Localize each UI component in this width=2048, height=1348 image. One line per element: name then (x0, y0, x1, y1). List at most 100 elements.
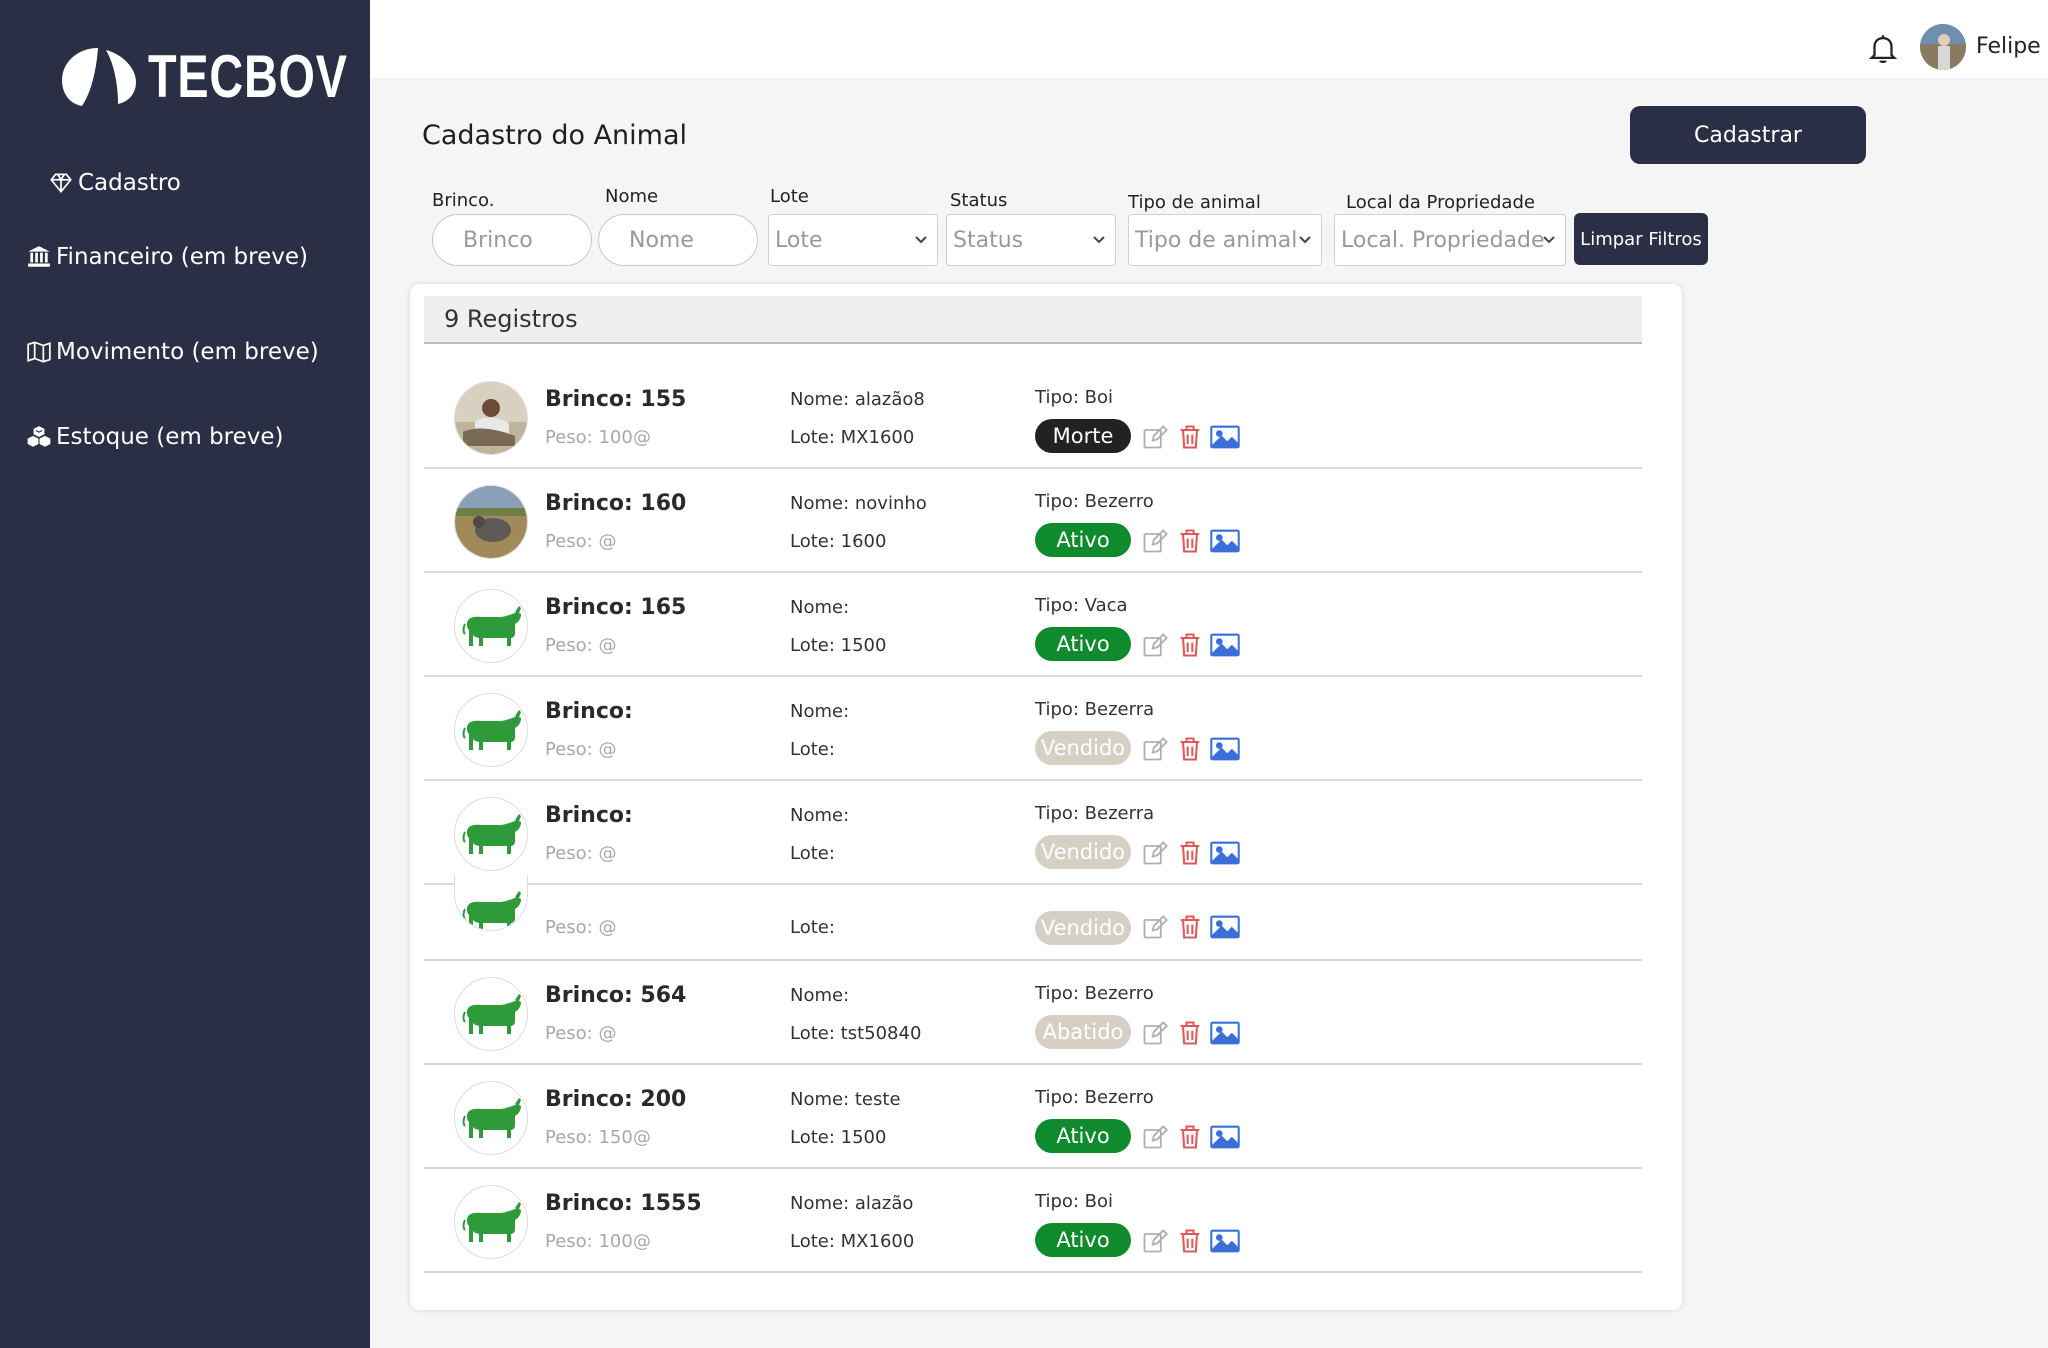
sidebar-item-estoque[interactable]: Estoque (em breve) (26, 424, 284, 450)
table-row[interactable]: Brinco: Nome: Tipo: Bezerra Peso: @ Lote: Ven… (424, 677, 1642, 781)
brinco-filter-label: Brinco. (432, 190, 495, 211)
local-filter-label: Local da Propriedade (1346, 192, 1535, 213)
edit-icon[interactable] (1141, 1227, 1169, 1255)
records-count: 9 Registros (444, 305, 578, 333)
lote-filter-select[interactable]: Lote (768, 214, 938, 266)
lote-text: Lote: 1500 (790, 1127, 887, 1148)
image-icon[interactable] (1209, 423, 1241, 451)
peso-text: Peso: @ (545, 1023, 617, 1044)
peso-text: Peso: 100@ (545, 1231, 651, 1252)
table-row[interactable]: Brinco: 160 Nome: novinho Tipo: Bezerro Pes… (424, 469, 1642, 573)
table-row[interactable]: Brinco: 564 Nome: Tipo: Bezerro Peso: @ Lote… (424, 961, 1642, 1065)
nome-text: Nome: alazão (790, 1193, 914, 1214)
image-icon[interactable] (1209, 1123, 1241, 1151)
user-photo (1920, 24, 1966, 70)
table-row[interactable]: Brinco: 165 Nome: Tipo: Vaca Peso: @ Lote: 1… (424, 573, 1642, 677)
image-icon[interactable] (1209, 735, 1241, 763)
lote-text: Lote: (790, 739, 835, 760)
trash-icon[interactable] (1176, 1123, 1204, 1151)
sidebar: TECBOV Cadastro Financeiro (em breve) Mo… (0, 0, 370, 1348)
tipo-text: Tipo: Bezerro (1035, 1087, 1154, 1108)
table-row[interactable]: Brinco: 200 Nome: teste Tipo: Bezerro Peso:… (424, 1065, 1642, 1169)
trash-icon[interactable] (1176, 913, 1204, 941)
image-icon[interactable] (1209, 913, 1241, 941)
trash-icon[interactable] (1176, 1019, 1204, 1047)
brinco-text: Brinco: 1555 (545, 1191, 702, 1216)
edit-icon[interactable] (1141, 631, 1169, 659)
clear-filters-button[interactable]: Limpar Filtros (1574, 213, 1708, 265)
trash-icon[interactable] (1176, 631, 1204, 659)
lote-text: Lote: (790, 917, 835, 938)
edit-icon[interactable] (1141, 1123, 1169, 1151)
status-badge: Abatido (1035, 1015, 1131, 1049)
table-row[interactable]: Brinco: Nome: Tipo: Bezerra Peso: @ Lote: Ven… (424, 781, 1642, 885)
status-badge: Vendido (1035, 911, 1131, 945)
edit-icon[interactable] (1141, 913, 1169, 941)
tipo-text: Tipo: Boi (1035, 1191, 1114, 1212)
lote-text: Lote: (790, 843, 835, 864)
trash-icon[interactable] (1176, 839, 1204, 867)
status-badge: Ativo (1035, 523, 1131, 557)
cadastrar-button[interactable]: Cadastrar (1630, 106, 1866, 164)
table-row[interactable]: Brinco: 1555 Nome: alazão Tipo: Boi Peso: 1… (424, 1169, 1642, 1273)
peso-text: Peso: 100@ (545, 427, 651, 448)
tipo-text: Tipo: Bezerra (1035, 699, 1155, 720)
brand-logo[interactable]: TECBOV (60, 42, 404, 111)
nome-placeholder: Nome (629, 227, 694, 253)
status-badge: Ativo (1035, 1223, 1131, 1257)
image-icon[interactable] (1209, 839, 1241, 867)
edit-icon[interactable] (1141, 527, 1169, 555)
trash-icon[interactable] (1176, 527, 1204, 555)
sidebar-item-financeiro[interactable]: Financeiro (em breve) (26, 244, 308, 270)
brand-name: TECBOV (148, 43, 348, 110)
trash-icon[interactable] (1176, 735, 1204, 763)
bell-icon[interactable] (1866, 30, 1900, 66)
nome-text: Nome: alazão8 (790, 389, 925, 410)
edit-icon[interactable] (1141, 735, 1169, 763)
lote-text: Lote: MX1600 (790, 427, 915, 448)
nome-text: Nome: (790, 985, 850, 1006)
nome-filter-input[interactable]: Nome (598, 214, 758, 266)
user-avatar[interactable] (1920, 24, 1966, 70)
tipo-select-value: Tipo de animal (1135, 227, 1298, 253)
brinco-filter-input[interactable]: Brinco (432, 214, 592, 266)
image-icon[interactable] (1209, 1019, 1241, 1047)
status-badge: Vendido (1035, 835, 1131, 869)
map-icon (27, 341, 51, 363)
trash-icon[interactable] (1176, 423, 1204, 451)
edit-icon[interactable] (1141, 423, 1169, 451)
local-filter-select[interactable]: Local. Propriedade (1334, 214, 1566, 266)
status-badge: Morte (1035, 419, 1131, 453)
table-row[interactable]: Peso: @ Lote: Vendido (424, 875, 1642, 961)
image-icon[interactable] (1209, 631, 1241, 659)
brinco-text: Brinco: 200 (545, 1087, 687, 1112)
animal-photo (454, 485, 528, 559)
tipo-text: Tipo: Bezerro (1035, 983, 1154, 1004)
tipo-text: Tipo: Boi (1035, 387, 1114, 408)
edit-icon[interactable] (1141, 1019, 1169, 1047)
image-icon[interactable] (1209, 1227, 1241, 1255)
status-filter-select[interactable]: Status (946, 214, 1116, 266)
local-select-value: Local. Propriedade (1341, 227, 1545, 253)
sidebar-item-cadastro[interactable]: Cadastro (48, 170, 181, 196)
tipo-filter-select[interactable]: Tipo de animal (1128, 214, 1322, 266)
lote-select-value: Lote (775, 227, 823, 253)
cow-icon (454, 589, 528, 663)
tipo-text: Tipo: Bezerro (1035, 491, 1154, 512)
edit-icon[interactable] (1141, 839, 1169, 867)
nome-text: Nome: (790, 597, 850, 618)
brinco-text: Brinco: 564 (545, 983, 687, 1008)
peso-text: Peso: @ (545, 531, 617, 552)
trash-icon[interactable] (1176, 1227, 1204, 1255)
brinco-text: Brinco: (545, 699, 633, 724)
nome-text: Nome: (790, 701, 850, 722)
cow-icon (454, 1185, 528, 1259)
tipo-text: Tipo: Bezerra (1035, 803, 1155, 824)
user-name[interactable]: Felipe (1976, 34, 2041, 59)
chevron-down-icon (1093, 236, 1105, 244)
diamond-icon (50, 173, 72, 194)
table-row[interactable]: Brinco: 155 Nome: alazão8 Tipo: Boi Peso: 1… (424, 365, 1642, 469)
image-icon[interactable] (1209, 527, 1241, 555)
sidebar-item-movimento[interactable]: Movimento (em breve) (26, 339, 319, 365)
tipo-text: Tipo: Vaca (1035, 595, 1128, 616)
